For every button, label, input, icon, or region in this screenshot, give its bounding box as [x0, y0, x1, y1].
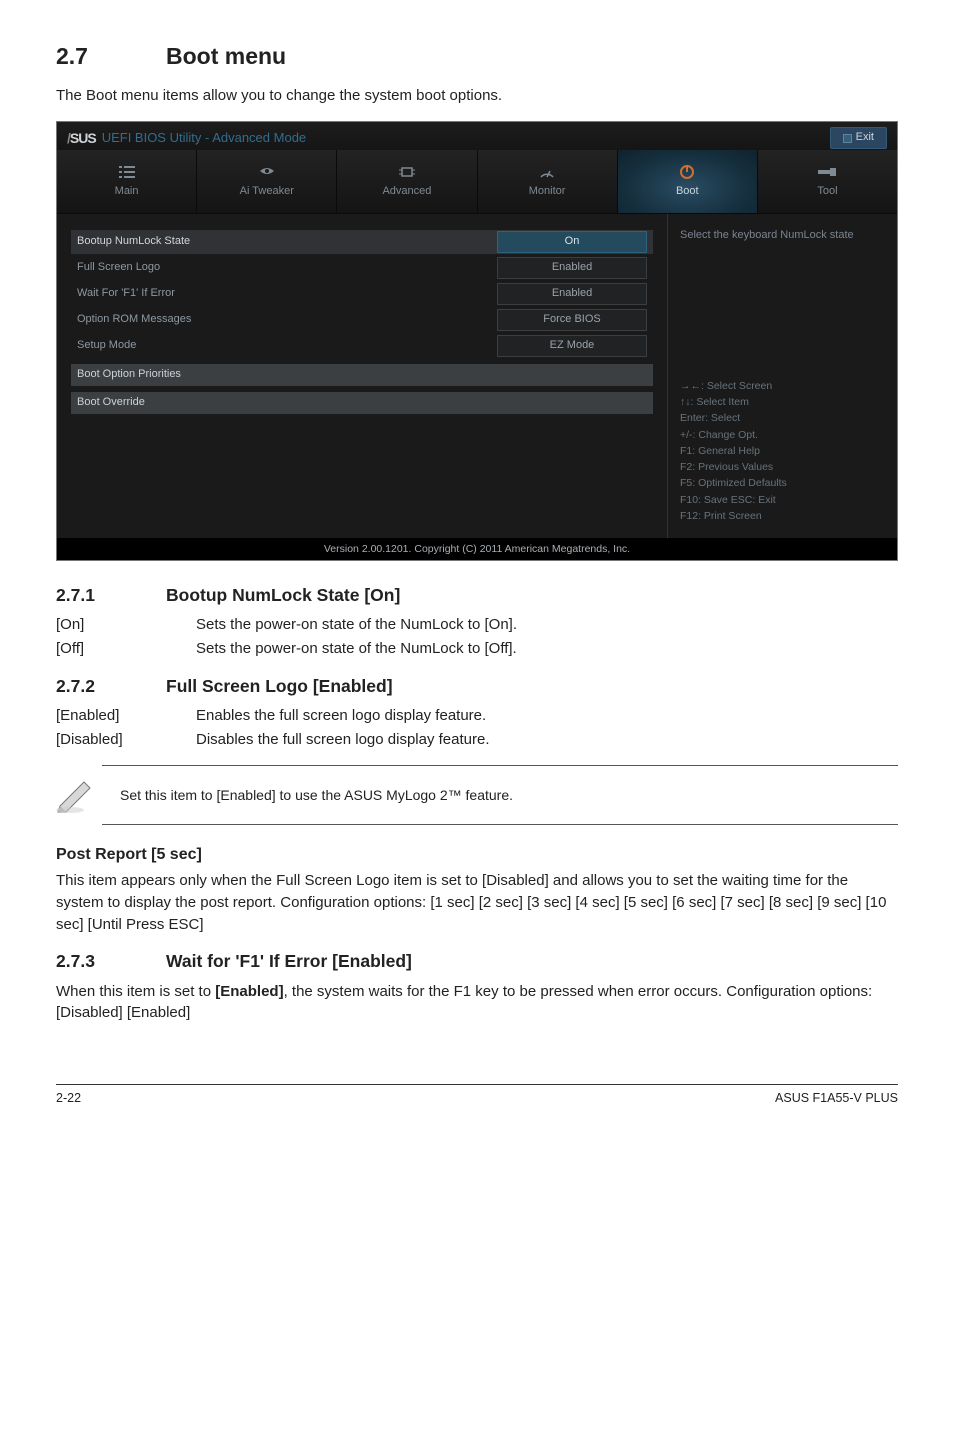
- key-line: F5: Optimized Defaults: [680, 475, 885, 491]
- subsection-heading: 2.7.3Wait for 'F1' If Error [Enabled]: [56, 949, 898, 974]
- brand-logo: /SUS: [67, 128, 96, 148]
- chip-icon: [398, 164, 416, 180]
- bios-help-pane: Select the keyboard NumLock state →←: Se…: [667, 214, 897, 538]
- setting-value[interactable]: Enabled: [497, 283, 647, 305]
- setting-row[interactable]: Wait For 'F1' If Error Enabled: [71, 282, 653, 306]
- setting-value[interactable]: EZ Mode: [497, 335, 647, 357]
- subsection-number: 2.7.3: [56, 949, 166, 974]
- setting-label: Setup Mode: [77, 338, 136, 354]
- group-header[interactable]: Boot Override: [71, 392, 653, 414]
- page-number: 2-22: [56, 1089, 81, 1107]
- tab-label: Tool: [817, 184, 837, 200]
- option-key: [Enabled]: [56, 705, 196, 727]
- setting-value[interactable]: Force BIOS: [497, 309, 647, 331]
- setting-label: Option ROM Messages: [77, 312, 191, 328]
- exit-icon: [843, 134, 852, 143]
- tab-label: Boot: [676, 184, 699, 200]
- exit-button[interactable]: Exit: [830, 127, 887, 149]
- setting-label: Bootup NumLock State: [77, 234, 190, 250]
- group-header[interactable]: Boot Option Priorities: [71, 364, 653, 386]
- tab-label: Advanced: [382, 184, 431, 200]
- tab-monitor[interactable]: Monitor: [478, 150, 618, 213]
- key-line: F12: Print Screen: [680, 508, 885, 524]
- tab-label: Ai Tweaker: [240, 184, 294, 200]
- key-line: F1: General Help: [680, 443, 885, 459]
- key-line: F10: Save ESC: Exit: [680, 492, 885, 508]
- bios-settings-pane: Bootup NumLock State On Full Screen Logo…: [57, 214, 667, 538]
- option-line: [On]Sets the power-on state of the NumLo…: [56, 614, 898, 636]
- subsection-number: 2.7.1: [56, 583, 166, 608]
- option-key: [On]: [56, 614, 196, 636]
- key-line: ↑↓: Select Item: [680, 394, 885, 410]
- option-desc: Enables the full screen logo display fea…: [196, 705, 486, 727]
- option-key: [Disabled]: [56, 729, 196, 751]
- tab-tool[interactable]: Tool: [758, 150, 897, 213]
- monitor-icon: [538, 164, 556, 180]
- setting-row[interactable]: Option ROM Messages Force BIOS: [71, 308, 653, 332]
- tweaker-icon: [258, 164, 276, 180]
- option-desc: Sets the power-on state of the NumLock t…: [196, 638, 517, 660]
- intro-text: The Boot menu items allow you to change …: [56, 85, 898, 107]
- setting-value[interactable]: On: [497, 231, 647, 253]
- tab-label: Monitor: [529, 184, 566, 200]
- pencil-icon: [56, 776, 98, 814]
- option-line: [Off]Sets the power-on state of the NumL…: [56, 638, 898, 660]
- subsection-heading: 2.7.1Bootup NumLock State [On]: [56, 583, 898, 608]
- note-box: Set this item to [Enabled] to use the AS…: [102, 765, 898, 825]
- setting-label: Wait For 'F1' If Error: [77, 286, 175, 302]
- tab-ai-tweaker[interactable]: Ai Tweaker: [197, 150, 337, 213]
- subsection-heading: 2.7.2Full Screen Logo [Enabled]: [56, 674, 898, 699]
- paragraph: This item appears only when the Full Scr…: [56, 870, 898, 935]
- subsection-title: Wait for 'F1' If Error [Enabled]: [166, 951, 412, 971]
- key-line: F2: Previous Values: [680, 459, 885, 475]
- subsection-title: Full Screen Logo [Enabled]: [166, 676, 393, 696]
- key-line: →←: Select Screen: [680, 378, 885, 394]
- tab-label: Main: [115, 184, 139, 200]
- section-heading: 2.7Boot menu: [56, 40, 898, 73]
- bios-title: UEFI BIOS Utility - Advanced Mode: [102, 129, 306, 148]
- option-desc: Sets the power-on state of the NumLock t…: [196, 614, 517, 636]
- tab-main[interactable]: Main: [57, 150, 197, 213]
- list-icon: [118, 164, 136, 180]
- option-line: [Disabled]Disables the full screen logo …: [56, 729, 898, 751]
- option-line: [Enabled]Enables the full screen logo di…: [56, 705, 898, 727]
- setting-row[interactable]: Setup Mode EZ Mode: [71, 334, 653, 358]
- bios-footer: Version 2.00.1201. Copyright (C) 2011 Am…: [57, 538, 897, 560]
- tool-icon: [818, 164, 836, 180]
- tab-boot[interactable]: Boot: [618, 150, 758, 213]
- setting-row[interactable]: Full Screen Logo Enabled: [71, 256, 653, 280]
- bold-run: [Enabled]: [215, 983, 283, 1000]
- option-key: [Off]: [56, 638, 196, 660]
- option-desc: Disables the full screen logo display fe…: [196, 729, 490, 751]
- sub-sub-heading: Post Report [5 sec]: [56, 843, 898, 866]
- bios-screenshot: /SUS UEFI BIOS Utility - Advanced Mode E…: [56, 121, 898, 561]
- note-text: Set this item to [Enabled] to use the AS…: [120, 785, 513, 805]
- subsection-title: Bootup NumLock State [On]: [166, 585, 400, 605]
- bios-titlebar: /SUS UEFI BIOS Utility - Advanced Mode E…: [57, 122, 897, 150]
- setting-row[interactable]: Bootup NumLock State On: [71, 230, 653, 254]
- key-help: →←: Select Screen ↑↓: Select Item Enter:…: [680, 288, 885, 524]
- paragraph: When this item is set to [Enabled], the …: [56, 981, 898, 1025]
- key-line: Enter: Select: [680, 410, 885, 426]
- tab-advanced[interactable]: Advanced: [337, 150, 477, 213]
- product-name: ASUS F1A55-V PLUS: [775, 1089, 898, 1107]
- key-line: +/-: Change Opt.: [680, 427, 885, 443]
- text-run: When this item is set to: [56, 983, 215, 1000]
- setting-value[interactable]: Enabled: [497, 257, 647, 279]
- help-text: Select the keyboard NumLock state: [680, 228, 885, 244]
- setting-label: Full Screen Logo: [77, 260, 160, 276]
- section-title: Boot menu: [166, 43, 286, 69]
- subsection-number: 2.7.2: [56, 674, 166, 699]
- bios-tabs: Main Ai Tweaker Advanced Monitor Boot To…: [57, 150, 897, 214]
- section-number: 2.7: [56, 40, 166, 73]
- power-icon: [678, 164, 696, 180]
- page-footer: 2-22 ASUS F1A55-V PLUS: [56, 1084, 898, 1107]
- exit-label: Exit: [856, 130, 874, 146]
